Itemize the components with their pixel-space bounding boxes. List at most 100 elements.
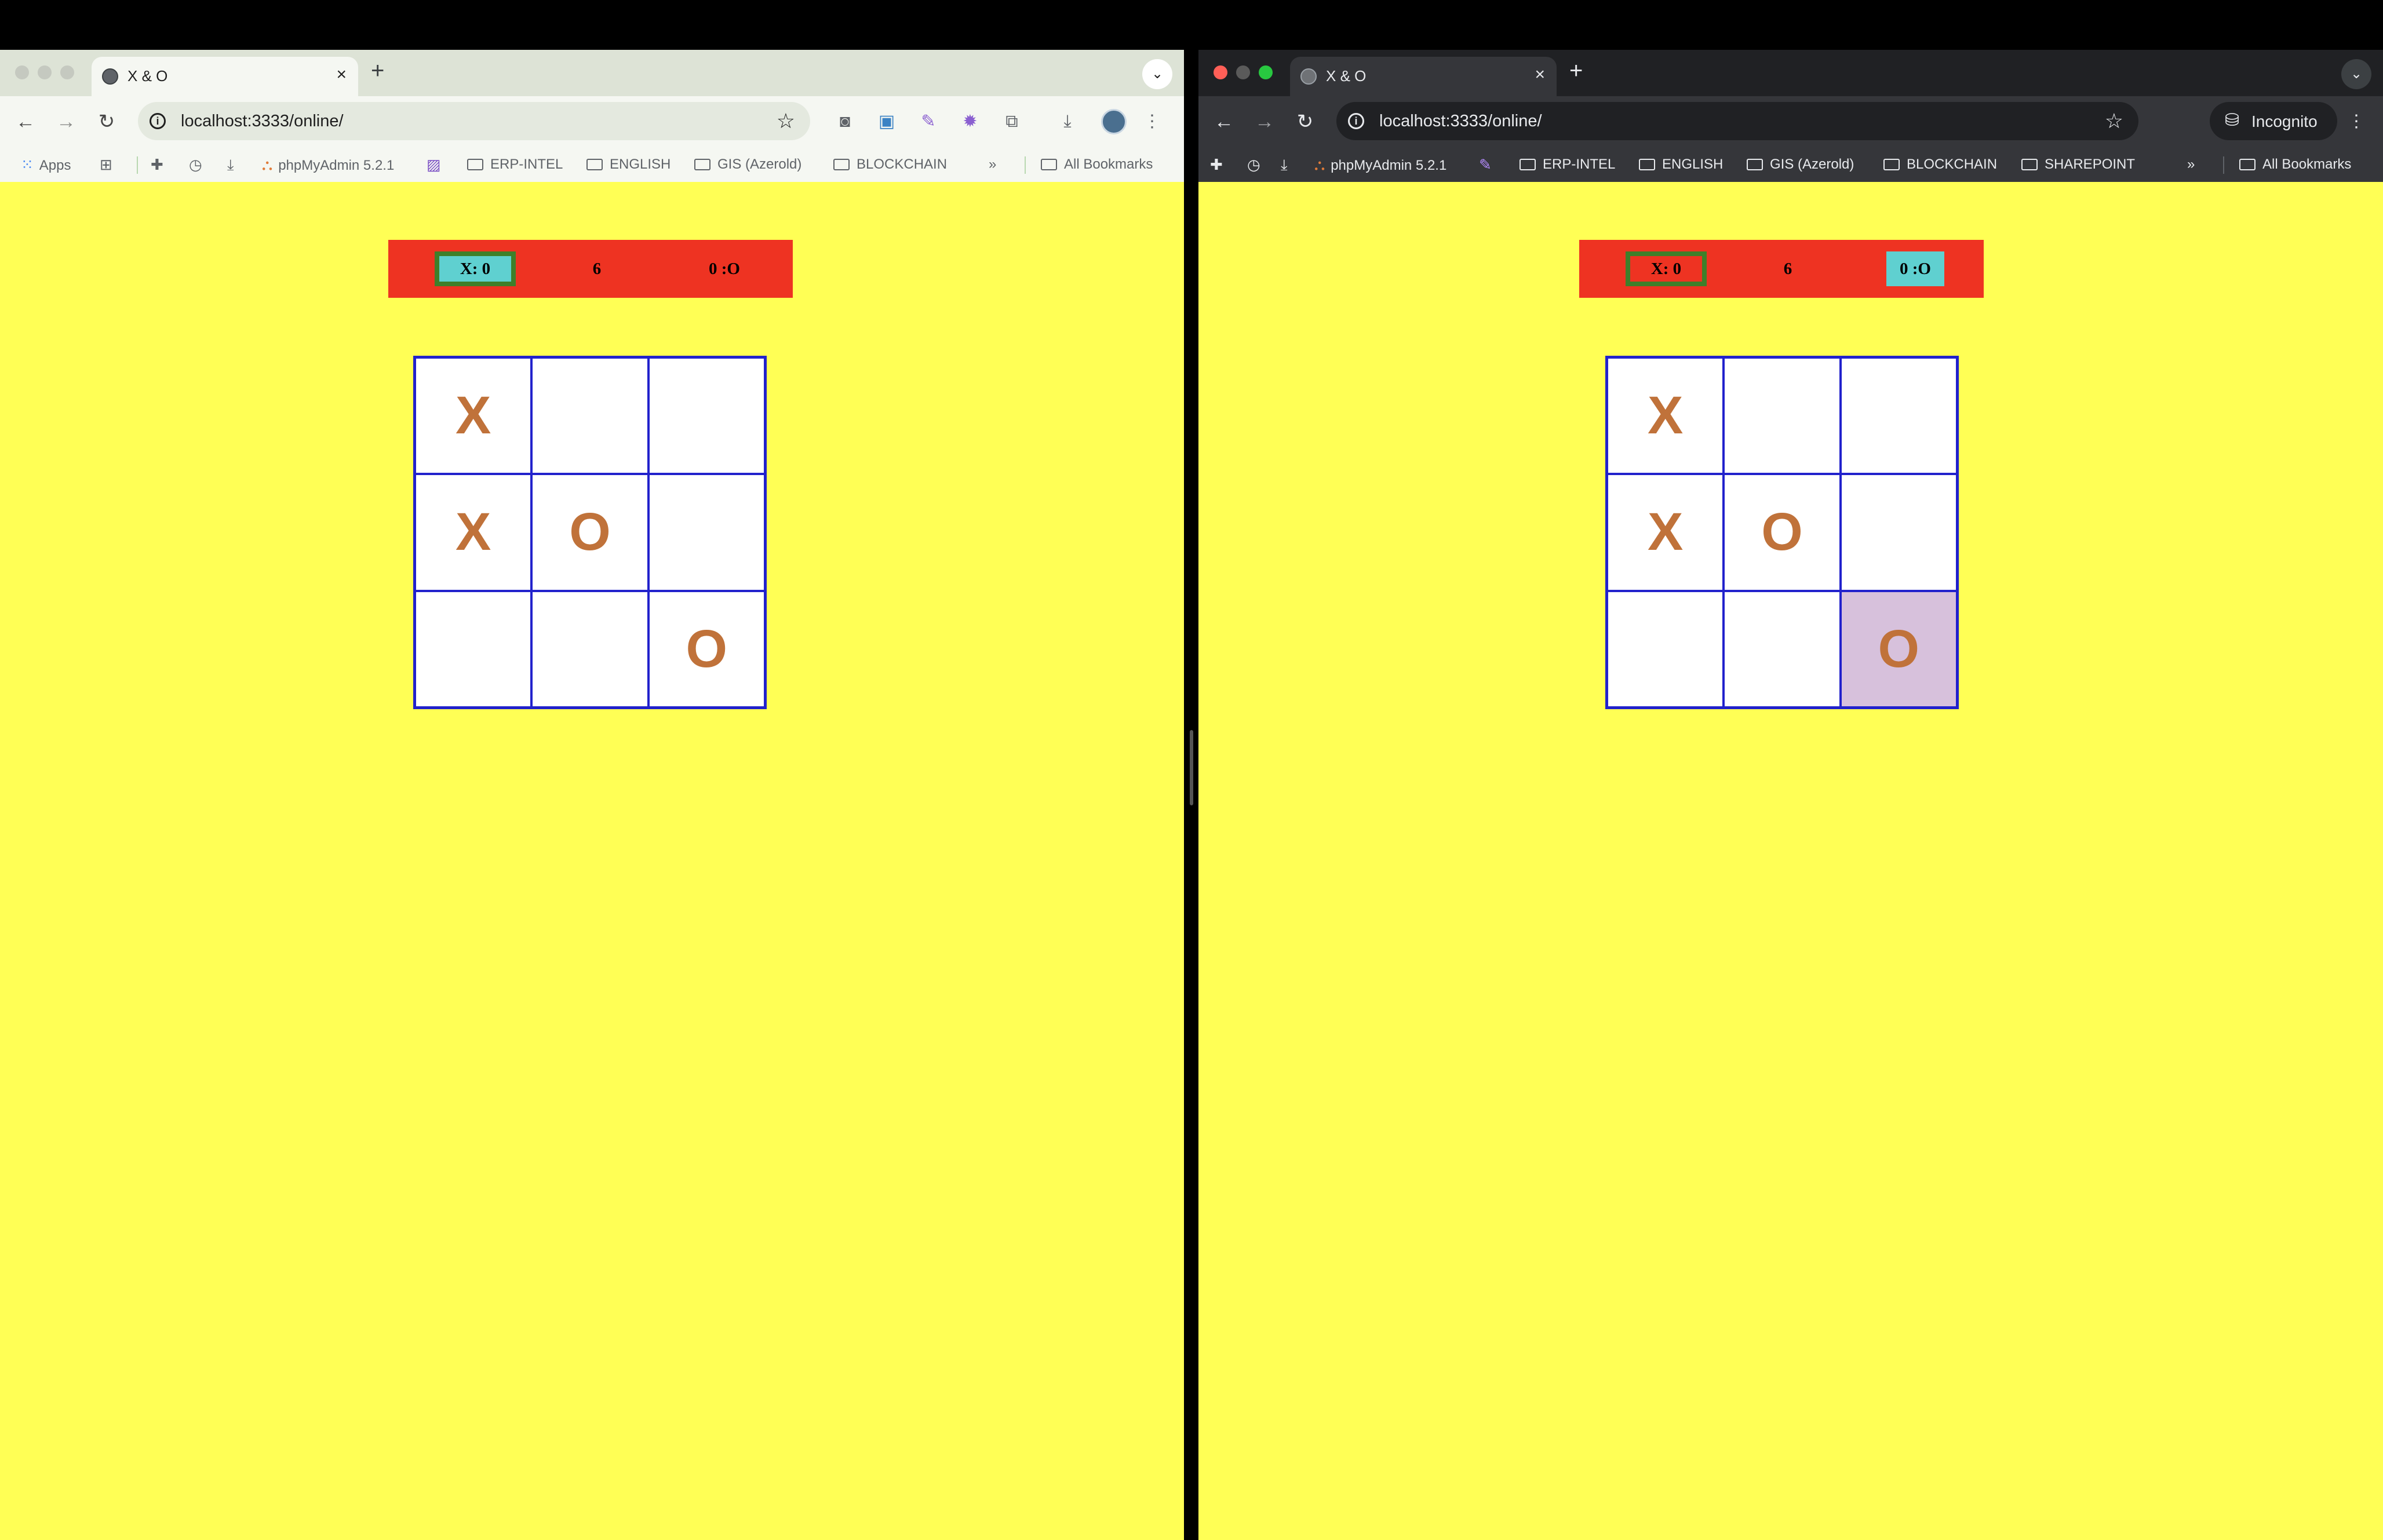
history-icon[interactable]: ◷ [1247, 155, 1266, 175]
bookmark-gis[interactable]: GIS (Azerold) [1747, 155, 1854, 174]
url-text[interactable]: localhost:3333/online/ [1379, 112, 1542, 131]
bookmark-english[interactable]: ENGLISH [586, 155, 671, 174]
menu-icon[interactable]: ⋮ [2344, 109, 2369, 134]
site-info-icon[interactable]: i [1348, 113, 1364, 129]
bookmark-pen[interactable]: ✎ [1479, 155, 1497, 175]
board-cell[interactable]: O [648, 590, 765, 707]
board-cell[interactable] [1840, 357, 1957, 475]
extensions-bookmark-icon[interactable]: ✚ [1210, 155, 1229, 175]
tab-search-button[interactable]: ⌄ [2341, 59, 2371, 89]
divider-handle[interactable] [1190, 730, 1193, 805]
forward-button[interactable]: → [1251, 108, 1278, 136]
board-cell[interactable] [648, 357, 765, 475]
download-icon[interactable]: ⤓ [1055, 109, 1080, 134]
tab-x-and-o[interactable]: X & O × [92, 57, 358, 96]
board-cell[interactable] [648, 474, 765, 591]
board-cell[interactable] [415, 590, 532, 707]
camera-icon[interactable]: ◙ [832, 109, 858, 134]
board-cell[interactable] [531, 357, 648, 475]
close-window-button[interactable] [15, 65, 29, 79]
bookmark-phpmyadmin[interactable]: ⛬ phpMyAdmin 5.2.1 [1314, 155, 1446, 175]
folder-icon [833, 159, 850, 170]
more-bookmarks-icon[interactable]: » [989, 155, 996, 174]
folder-icon [2021, 159, 2038, 170]
board-cell[interactable]: X [415, 357, 532, 475]
bookmark-gis[interactable]: GIS (Azerold) [694, 155, 801, 174]
bookmark-star-icon[interactable]: ☆ [777, 109, 795, 133]
minimize-window-button[interactable] [1236, 65, 1250, 79]
new-tab-button[interactable]: + [1569, 59, 1583, 82]
bookmark-apps[interactable]: ⁙ Apps [21, 155, 71, 175]
folder-icon [1883, 159, 1900, 170]
close-tab-icon[interactable]: × [1535, 65, 1545, 85]
download-bookmark-icon[interactable]: ⤓ [1281, 155, 1293, 175]
bookmark-all-bookmarks[interactable]: All Bookmarks [2239, 155, 2351, 174]
bookmark-sharepoint[interactable]: SHAREPOINT [2021, 155, 2135, 174]
gear-icon[interactable]: ✹ [957, 109, 983, 134]
window-controls [1214, 65, 1281, 82]
puzzle-icon[interactable]: ⧉ [999, 109, 1025, 134]
bookmark-pen[interactable]: ▨ [427, 155, 447, 175]
more-bookmarks-icon[interactable]: » [2187, 155, 2195, 174]
phpmyadmin-icon: ⛬ [262, 156, 273, 173]
toolbar: ← → ↻ i localhost:3333/online/ ☆ ◙ ▣ ✎ ✹… [0, 96, 1184, 147]
close-tab-icon[interactable]: × [336, 65, 347, 85]
game-board: X X O O [1605, 356, 1959, 709]
reload-button[interactable]: ↻ [93, 108, 121, 136]
board-cell[interactable]: O [1724, 474, 1841, 591]
address-bar[interactable]: i localhost:3333/online/ ☆ [138, 102, 810, 140]
split-divider[interactable] [1184, 0, 1198, 1540]
bookmark-blockchain[interactable]: BLOCKCHAIN [833, 155, 947, 174]
board-cell[interactable]: O [531, 474, 648, 591]
tab-search-button[interactable]: ⌄ [1142, 59, 1172, 89]
board-cell[interactable]: X [1607, 357, 1724, 475]
board-cell[interactable] [1840, 474, 1957, 591]
maximize-window-button[interactable] [60, 65, 74, 79]
folder-icon [1639, 159, 1655, 170]
pen-icon[interactable]: ✎ [916, 109, 941, 134]
bookmark-erp-intel[interactable]: ERP-INTEL [1520, 155, 1615, 174]
bookmark-star-icon[interactable]: ☆ [2105, 109, 2123, 133]
reload-button[interactable]: ↻ [1291, 108, 1319, 136]
extension-icon[interactable]: ▣ [874, 109, 899, 134]
extensions-bookmark-icon[interactable]: ✚ [151, 155, 169, 175]
url-text[interactable]: localhost:3333/online/ [181, 112, 344, 131]
bookmark-phpmyadmin[interactable]: ⛬ phpMyAdmin 5.2.1 [262, 155, 394, 175]
incognito-indicator[interactable]: ⛁ Incognito [2210, 102, 2337, 140]
browser-window-incognito: X & O × + ⌄ ← → ↻ i localhost:3333/onlin… [1198, 50, 2383, 1540]
board-cell[interactable] [1724, 590, 1841, 707]
board-cell[interactable] [1724, 357, 1841, 475]
bookmark-english[interactable]: ENGLISH [1639, 155, 1723, 174]
board-cell[interactable]: X [415, 474, 532, 591]
tab-strip: X & O × + ⌄ [1198, 50, 2383, 96]
profile-avatar[interactable] [1101, 109, 1127, 134]
site-info-icon[interactable]: i [150, 113, 166, 129]
move-count: 6 [1783, 260, 1792, 278]
download-bookmark-icon[interactable]: ⤓ [227, 155, 240, 175]
back-button[interactable]: ← [1210, 108, 1238, 136]
bookmark-separator [1025, 156, 1026, 174]
minimize-window-button[interactable] [38, 65, 52, 79]
maximize-window-button[interactable] [1259, 65, 1273, 79]
board-cell[interactable] [1607, 590, 1724, 707]
board-cell[interactable] [531, 590, 648, 707]
forward-button[interactable]: → [52, 108, 80, 136]
tab-x-and-o[interactable]: X & O × [1290, 57, 1557, 96]
bookmark-all-bookmarks[interactable]: All Bookmarks [1041, 155, 1153, 174]
new-tab-button[interactable]: + [371, 59, 384, 82]
bookmark-blockchain[interactable]: BLOCKCHAIN [1883, 155, 1997, 174]
back-button[interactable]: ← [12, 108, 39, 136]
history-icon[interactable]: ◷ [189, 155, 208, 175]
folder-icon [467, 159, 483, 170]
address-bar[interactable]: i localhost:3333/online/ ☆ [1336, 102, 2138, 140]
bookmarks-bar: ✚ ◷ ⤓ ⛬ phpMyAdmin 5.2.1 ✎ ERP-INTEL ENGL… [1198, 147, 2383, 182]
score-bar: X: 0 6 0 :O [1579, 240, 1984, 298]
tab-title: X & O [127, 67, 168, 85]
board-cell[interactable]: X [1607, 474, 1724, 591]
menu-icon[interactable]: ⋮ [1139, 109, 1165, 134]
tab-title: X & O [1326, 67, 1367, 85]
grid-icon[interactable]: ⊞ [100, 155, 118, 175]
close-window-button[interactable] [1214, 65, 1227, 79]
bookmark-erp-intel[interactable]: ERP-INTEL [467, 155, 563, 174]
board-cell-highlighted[interactable]: O [1840, 590, 1957, 707]
